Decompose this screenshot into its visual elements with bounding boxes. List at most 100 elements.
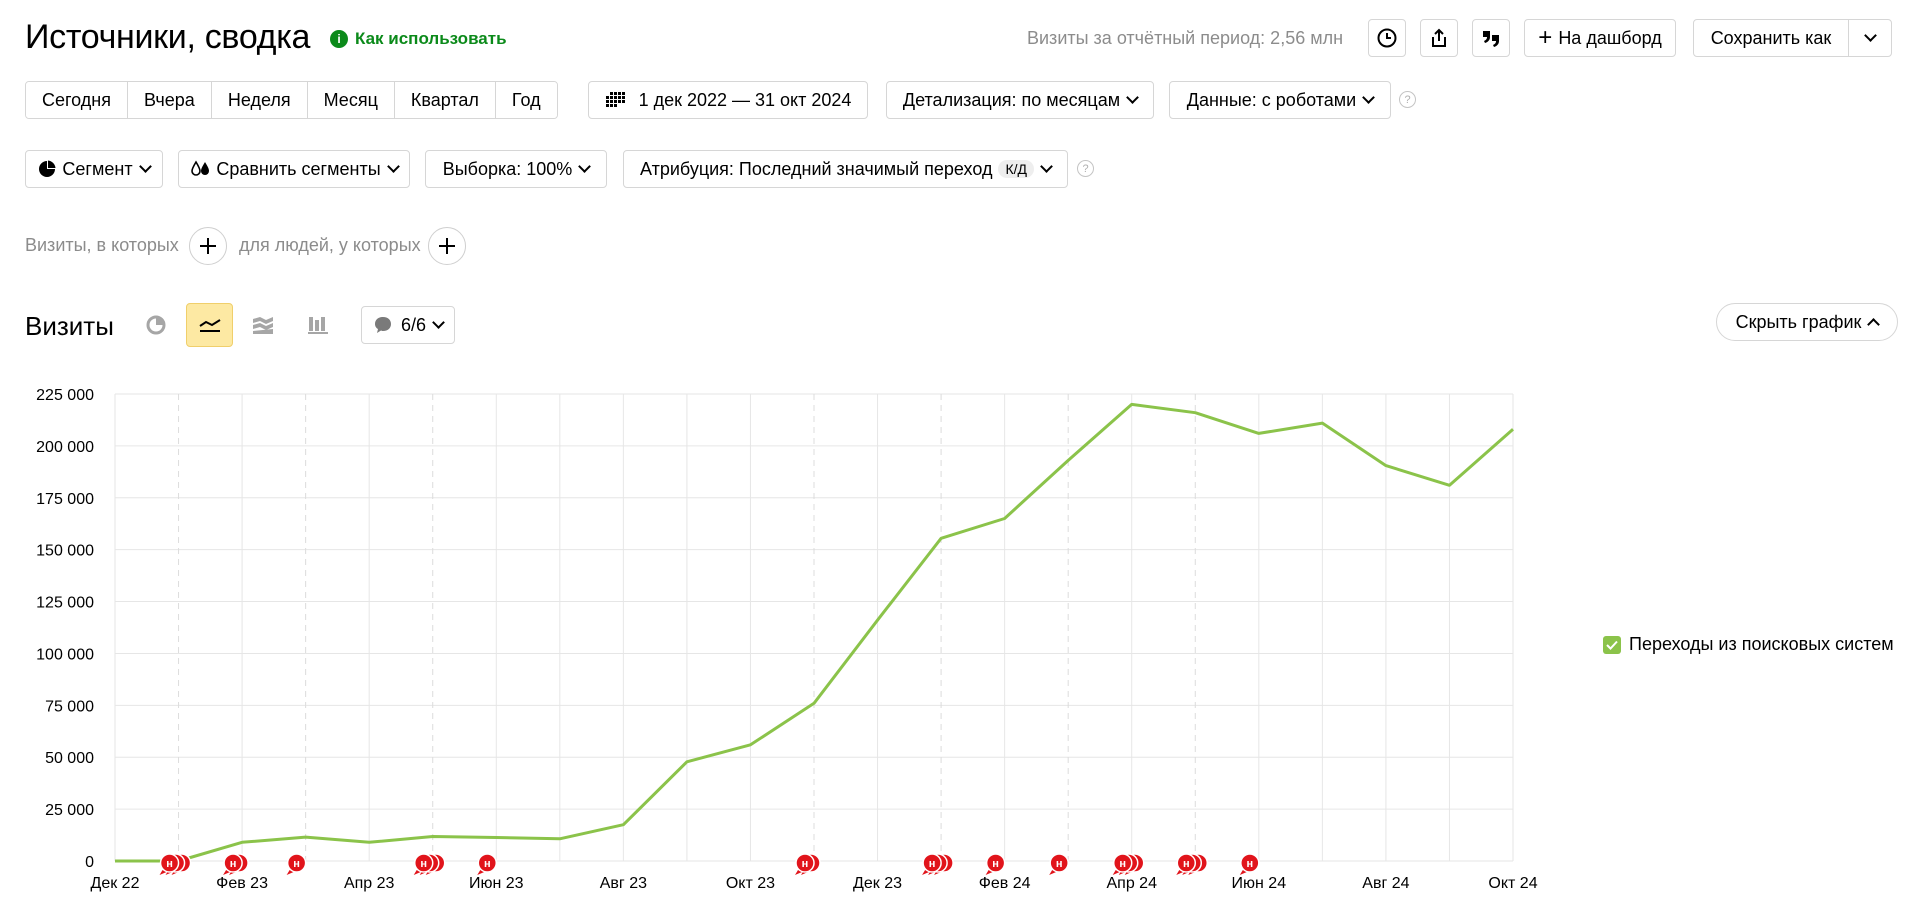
note-marker[interactable]: н bbox=[795, 853, 821, 875]
compare-segments-dropdown[interactable]: Сравнить сегменты bbox=[178, 150, 410, 188]
help-icon[interactable]: ? bbox=[1399, 91, 1416, 108]
chevron-up-icon bbox=[1867, 318, 1881, 331]
segment-label: Сегмент bbox=[62, 158, 133, 179]
y-tick-label: 175 000 bbox=[36, 491, 94, 508]
note-marker[interactable]: н bbox=[413, 853, 446, 875]
legend-checkbox[interactable] bbox=[1603, 635, 1621, 654]
y-tick-label: 200 000 bbox=[36, 439, 94, 456]
plus-icon: + bbox=[1538, 24, 1553, 51]
note-marker[interactable]: н bbox=[223, 853, 249, 875]
chart-grid bbox=[114, 393, 1514, 862]
attribution-badge: К/Д bbox=[998, 160, 1034, 178]
line-chart-view-button[interactable] bbox=[186, 303, 233, 347]
people-condition-label: для людей, у которых bbox=[239, 235, 421, 255]
segment-dropdown[interactable]: Сегмент bbox=[25, 150, 163, 188]
area-chart-view-button[interactable] bbox=[250, 307, 276, 343]
note-letter: н bbox=[992, 858, 999, 870]
page-title: Источники, сводка bbox=[25, 18, 311, 56]
export-button[interactable] bbox=[1420, 19, 1458, 57]
chevron-down-icon bbox=[432, 316, 445, 329]
add-visit-condition-button[interactable] bbox=[189, 227, 227, 265]
note-letter: н bbox=[166, 858, 173, 870]
save-as-dropdown-button[interactable] bbox=[1848, 19, 1892, 57]
x-tick-label: Окт 23 bbox=[726, 875, 775, 892]
note-marker[interactable]: н bbox=[1049, 853, 1069, 875]
note-marker[interactable]: н bbox=[922, 853, 954, 875]
detail-label: Детализация: по месяцам bbox=[902, 89, 1121, 110]
hide-chart-label: Скрыть график bbox=[1735, 311, 1862, 332]
chart-notes: нннннннннннн bbox=[159, 853, 1260, 875]
attribution-dropdown[interactable]: Атрибуция: Последний значимый переход К/… bbox=[623, 150, 1068, 188]
help-icon[interactable]: ? bbox=[1077, 160, 1094, 177]
tab-today[interactable]: Сегодня bbox=[26, 82, 128, 118]
date-range-label: 1 дек 2022 — 31 окт 2024 bbox=[638, 89, 852, 110]
note-letter: н bbox=[484, 858, 491, 870]
tab-yesterday[interactable]: Вчера bbox=[128, 82, 212, 118]
y-tick-label: 125 000 bbox=[36, 595, 94, 612]
tab-quarter[interactable]: Квартал bbox=[394, 82, 496, 118]
note-marker[interactable]: н bbox=[1112, 853, 1145, 875]
note-letter: н bbox=[1183, 858, 1190, 870]
notes-dropdown[interactable]: 6/6 bbox=[361, 306, 455, 344]
x-axis-ticks: Дек 22 Фев 23 Апр 23 Июн 23 Авг 23 Окт 23 Дек … bbox=[91, 875, 1538, 892]
comment-icon bbox=[374, 317, 391, 333]
quote-icon bbox=[1483, 31, 1499, 47]
how-to-use-link[interactable]: i Как использовать bbox=[330, 29, 507, 49]
chart-section-title: Визиты bbox=[25, 311, 114, 341]
line-chart-icon bbox=[198, 319, 221, 332]
note-marker[interactable]: н bbox=[159, 853, 192, 875]
tab-year[interactable]: Год bbox=[495, 82, 557, 118]
add-to-dashboard-label: На дашборд bbox=[1558, 27, 1662, 48]
y-tick-label: 75 000 bbox=[45, 698, 94, 715]
check-icon bbox=[1606, 640, 1618, 650]
compare-segments-label: Сравнить сегменты bbox=[216, 158, 381, 179]
x-tick-label: Апр 24 bbox=[1106, 875, 1157, 892]
x-tick-label: Авг 24 bbox=[1362, 875, 1409, 892]
note-letter: н bbox=[293, 858, 300, 870]
visits-line-chart: 0 25 000 50 000 75 000 100 000 125 000 150 000… bbox=[36, 387, 1538, 892]
y-tick-label: 225 000 bbox=[36, 387, 94, 404]
sample-dropdown[interactable]: Выборка: 100% bbox=[425, 150, 607, 188]
chevron-down-icon bbox=[138, 160, 152, 173]
note-letter: н bbox=[802, 858, 809, 870]
history-button[interactable] bbox=[1368, 19, 1406, 57]
sample-label: Выборка: 100% bbox=[442, 158, 573, 179]
note-marker[interactable]: н bbox=[286, 853, 307, 875]
date-range-picker[interactable]: 1 дек 2022 — 31 окт 2024 bbox=[588, 81, 868, 119]
data-mode-dropdown[interactable]: Данные: с роботами bbox=[1169, 81, 1391, 119]
bar-chart-view-button[interactable] bbox=[305, 307, 331, 343]
chevron-down-icon bbox=[1863, 29, 1877, 42]
note-letter: н bbox=[929, 858, 936, 870]
clock-icon bbox=[1377, 28, 1397, 48]
save-as-button[interactable]: Сохранить как bbox=[1693, 19, 1849, 57]
chevron-down-icon bbox=[578, 160, 592, 173]
tab-month[interactable]: Месяц bbox=[307, 82, 395, 118]
chevron-down-icon bbox=[1040, 160, 1053, 173]
x-tick-label: Фев 23 bbox=[216, 875, 268, 892]
note-letter: н bbox=[230, 858, 237, 870]
hide-chart-button[interactable]: Скрыть график bbox=[1716, 303, 1898, 341]
pie-chart-view-button[interactable] bbox=[143, 307, 169, 343]
x-tick-label: Авг 23 bbox=[600, 875, 647, 892]
note-marker[interactable]: н bbox=[985, 853, 1006, 875]
x-tick-label: Июн 23 bbox=[469, 875, 524, 892]
add-to-dashboard-button[interactable]: + На дашборд bbox=[1524, 19, 1676, 57]
note-marker[interactable]: н bbox=[1239, 853, 1260, 875]
tab-week[interactable]: Неделя bbox=[211, 82, 308, 118]
how-to-use-label: Как использовать bbox=[355, 29, 507, 48]
pie-chart-icon bbox=[146, 315, 166, 335]
detail-dropdown[interactable]: Детализация: по месяцам bbox=[886, 81, 1154, 119]
y-tick-label: 25 000 bbox=[45, 802, 94, 819]
add-people-condition-button[interactable] bbox=[428, 227, 466, 265]
data-mode-label: Данные: с роботами bbox=[1186, 89, 1357, 110]
calendar-icon bbox=[605, 92, 625, 107]
attribution-label: Атрибуция: Последний значимый переход bbox=[639, 158, 993, 179]
note-marker[interactable]: н bbox=[477, 853, 498, 875]
x-tick-label: Окт 24 bbox=[1488, 875, 1537, 892]
save-as-label: Сохранить как bbox=[1710, 27, 1832, 48]
note-marker[interactable]: н bbox=[1176, 853, 1209, 875]
drops-icon bbox=[191, 160, 210, 176]
note-letter: н bbox=[1246, 858, 1253, 870]
share-icon bbox=[1432, 28, 1446, 47]
feedback-button[interactable] bbox=[1472, 19, 1510, 57]
